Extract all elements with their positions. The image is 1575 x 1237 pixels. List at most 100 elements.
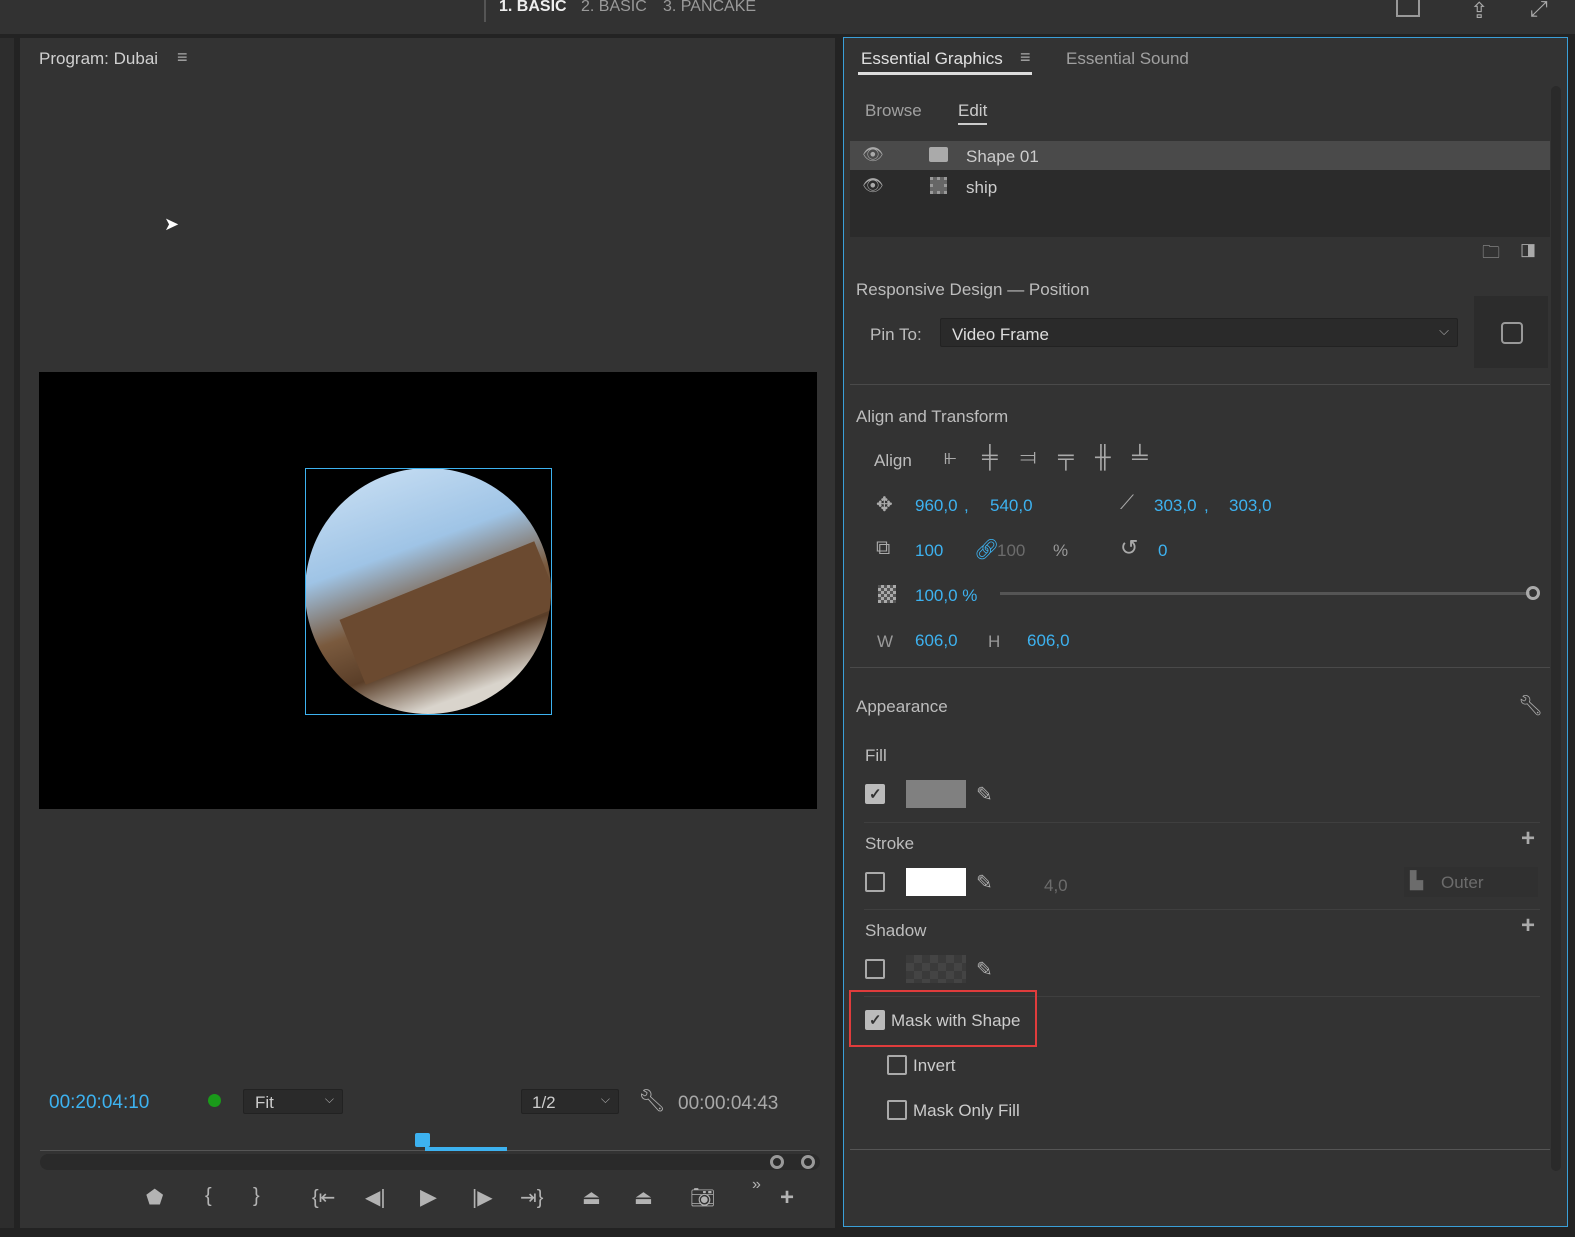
playhead[interactable] [415,1133,430,1147]
stroke-type-select[interactable]: ▙ Outer [1404,867,1538,897]
chevron-down-icon: ⌵ [324,1092,334,1106]
video-frame[interactable] [39,372,817,809]
tab-essential-graphics[interactable]: Essential Graphics [861,49,1003,69]
add-stroke-plus-icon[interactable]: + [1521,825,1535,853]
shape-bounding-box[interactable] [305,468,552,715]
position-y[interactable]: 540,0 [990,496,1033,516]
height-value[interactable]: 606,0 [1027,631,1070,651]
mouse-cursor-icon: ➤ [164,214,180,234]
rotation-value[interactable]: 0 [1158,541,1167,561]
mark-out-button[interactable]: } [253,1185,260,1208]
rotation-icon: ↺ [1120,535,1139,560]
width-label: W [877,632,894,651]
align-right-icon[interactable]: ⫤ [1020,444,1037,470]
go-to-out-button[interactable]: ⇥} [520,1185,543,1210]
mark-in-button[interactable]: { [205,1185,212,1208]
shadow-checkbox[interactable] [865,959,885,979]
pin-to-select[interactable]: Video Frame ⌵ [940,318,1458,347]
align-bottom-icon[interactable]: ╧ [1132,444,1148,470]
eyedropper-icon[interactable]: ✎ [976,957,993,982]
mask-with-shape-label[interactable]: Mask with Shape [891,1011,1020,1031]
link-icon[interactable]: 🔗︎ [974,537,999,562]
stroke-checkbox[interactable] [865,872,885,892]
workspace-tab-3[interactable]: 3. PANCAKE [663,0,756,16]
current-timecode[interactable]: 00:20:04:10 [49,1092,149,1114]
share-icon[interactable]: ⇪ [1470,0,1488,24]
workspace-tab-1[interactable]: 1. BASIC [499,0,567,16]
width-value[interactable]: 606,0 [915,631,958,651]
eye-icon[interactable]: 👁︎ [862,145,884,165]
zoom-scrollbar[interactable] [40,1154,820,1170]
stroke-color-swatch[interactable] [906,868,966,896]
layer-name: ship [966,178,998,197]
divider [864,822,1540,823]
panel-scrollbar[interactable] [1551,86,1561,1171]
work-area-bar[interactable] [425,1147,507,1151]
mask-with-shape-checkbox[interactable] [865,1010,885,1030]
new-group-folder-icon[interactable]: 🗀 [1482,240,1500,270]
active-tab-underline [858,72,1032,75]
add-marker-button[interactable]: ⬟ [146,1185,163,1210]
opacity-slider[interactable] [1000,592,1530,595]
resolution-select[interactable]: 1/2 ⌵ [521,1089,619,1114]
step-back-button[interactable]: ◀| [365,1185,386,1210]
align-label: Align [874,451,912,470]
layer-row-ship[interactable]: 👁︎ ship [850,172,1550,201]
eyedropper-icon[interactable]: ✎ [976,782,993,807]
shape-icon [929,147,948,162]
pin-center-icon [1501,322,1523,344]
anchor-y[interactable]: 303,0 [1229,496,1272,516]
eyedropper-icon[interactable]: ✎ [976,870,993,895]
invert-checkbox[interactable] [887,1055,907,1075]
export-frame-camera-icon[interactable]: 📷︎ [690,1185,715,1210]
button-editor-plus-icon[interactable]: + [780,1184,794,1212]
anchor-x[interactable]: 303,0 [1154,496,1197,516]
tab-essential-sound[interactable]: Essential Sound [1066,49,1189,69]
align-center-horizontal-icon[interactable]: ╪ [982,444,998,470]
step-forward-button[interactable]: |▶ [472,1185,493,1210]
opacity-value[interactable]: 100,0 % [915,586,977,606]
eye-icon[interactable]: 👁︎ [862,176,884,196]
divider [850,384,1550,385]
mask-only-fill-label[interactable]: Mask Only Fill [913,1101,1020,1121]
tab-edit[interactable]: Edit [958,101,988,125]
fullscreen-icon[interactable]: ⤢ [1530,0,1548,22]
mask-only-fill-checkbox[interactable] [887,1100,907,1120]
shadow-color-swatch[interactable] [906,955,966,983]
pin-edges-widget[interactable] [1474,296,1548,368]
position-x[interactable]: 960,0 [915,496,958,516]
opacity-slider-handle[interactable] [1526,586,1540,600]
new-layer-icon[interactable]: ◨ [1520,240,1536,260]
panel-menu-icon[interactable]: ≡ [177,47,188,68]
scale-height-value[interactable]: 100 [997,541,1025,561]
scroll-handle-left[interactable] [770,1155,784,1169]
fill-checkbox[interactable] [865,784,885,804]
align-left-icon[interactable]: ⫦ [944,444,956,470]
align-middle-vertical-icon[interactable]: ╫ [1095,444,1111,470]
extract-button[interactable]: ⏏ [634,1185,653,1210]
wrench-icon[interactable]: 🔧︎ [1518,693,1543,718]
zoom-select[interactable]: Fit ⌵ [243,1089,343,1114]
align-top-icon[interactable]: ╤ [1058,444,1074,470]
tab-browse[interactable]: Browse [865,101,922,121]
panel-layout-icon[interactable] [1396,0,1420,17]
lift-button[interactable]: ⏏ [582,1185,601,1210]
wrench-icon[interactable]: 🔧︎ [638,1088,666,1114]
fill-color-swatch[interactable] [906,780,966,808]
panel-menu-icon[interactable]: ≡ [1020,47,1031,68]
stroke-type-icon: ▙ [1410,871,1424,890]
align-transform-heading: Align and Transform [856,407,1009,426]
stroke-width[interactable]: 4,0 [1044,876,1068,896]
play-button[interactable]: ▶ [420,1184,437,1210]
left-edge-panel [0,38,14,1228]
workspace-tab-2[interactable]: 2. BASIC [581,0,647,16]
invert-label[interactable]: Invert [913,1056,956,1076]
add-shadow-plus-icon[interactable]: + [1521,912,1535,940]
more-controls-icon[interactable]: » [752,1176,761,1194]
go-to-in-button[interactable]: {⇤ [312,1185,335,1210]
stroke-type-value: Outer [1441,873,1484,892]
scroll-handle-right[interactable] [801,1155,815,1169]
layer-row-shape[interactable]: 👁︎ Shape 01 [850,141,1550,170]
workspace-bar: 1. BASIC 2. BASIC 3. PANCAKE ⇪ ⤢ [0,0,1575,34]
scale-value[interactable]: 100 [915,541,943,561]
